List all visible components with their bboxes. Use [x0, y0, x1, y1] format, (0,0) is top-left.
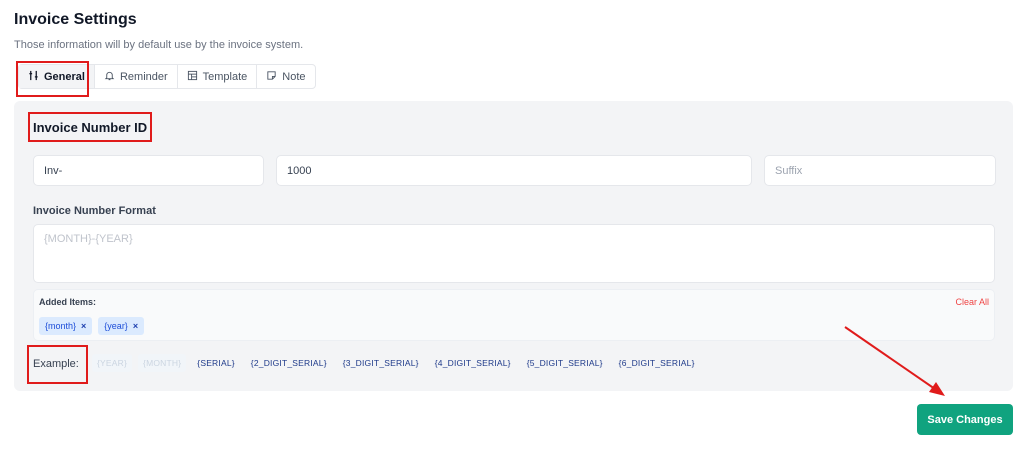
tab-reminder[interactable]: Reminder: [95, 65, 178, 88]
tab-general[interactable]: General: [19, 65, 95, 88]
token-2-digit-serial[interactable]: {2_DIGIT_SERIAL}: [246, 354, 332, 372]
token-6-digit-serial[interactable]: {6_DIGIT_SERIAL}: [614, 354, 700, 372]
token-3-digit-serial[interactable]: {3_DIGIT_SERIAL}: [338, 354, 424, 372]
format-token-list: {YEAR} {MONTH} {SERIAL} {2_DIGIT_SERIAL}…: [92, 354, 700, 372]
token-4-digit-serial[interactable]: {4_DIGIT_SERIAL}: [430, 354, 516, 372]
suffix-input[interactable]: Suffix: [764, 155, 996, 186]
chip-month: {month} ×: [39, 317, 93, 335]
bell-icon: [104, 70, 115, 84]
sliders-icon: [28, 70, 39, 84]
token-serial[interactable]: {SERIAL}: [192, 354, 240, 372]
settings-tabs: General Reminder Template Note: [18, 64, 316, 89]
example-label: Example:: [33, 358, 79, 370]
close-icon[interactable]: ×: [133, 321, 138, 331]
section-title: Invoice Number ID: [33, 120, 148, 135]
tab-label: Template: [202, 70, 248, 83]
chip-list: {month} × {year} ×: [39, 317, 145, 335]
chip-label: {year}: [104, 321, 128, 331]
tab-note[interactable]: Note: [257, 65, 314, 88]
tab-template[interactable]: Template: [178, 65, 258, 88]
format-label: Invoice Number Format: [33, 205, 156, 217]
save-changes-button[interactable]: Save Changes: [917, 404, 1013, 435]
page-subtitle: Those information will by default use by…: [14, 39, 304, 51]
page-title: Invoice Settings: [14, 11, 137, 28]
start-number-input[interactable]: 1000: [276, 155, 752, 186]
note-icon: [266, 70, 277, 84]
template-icon: [187, 70, 198, 84]
tab-label: Note: [282, 70, 306, 83]
token-month[interactable]: {MONTH}: [138, 354, 187, 372]
chip-year: {year} ×: [98, 317, 145, 335]
tab-label: Reminder: [119, 70, 168, 83]
clear-all-button[interactable]: Clear All: [955, 297, 989, 307]
added-items-label: Added Items:: [39, 297, 97, 307]
format-textarea[interactable]: {MONTH}-{YEAR}: [33, 224, 995, 283]
prefix-input[interactable]: Inv-: [33, 155, 264, 186]
tab-label: General: [44, 70, 85, 83]
chip-label: {month}: [45, 321, 77, 331]
token-year[interactable]: {YEAR}: [92, 354, 133, 372]
close-icon[interactable]: ×: [81, 321, 86, 331]
added-items-box: Added Items: Clear All {month} × {year} …: [33, 289, 995, 341]
token-5-digit-serial[interactable]: {5_DIGIT_SERIAL}: [522, 354, 608, 372]
